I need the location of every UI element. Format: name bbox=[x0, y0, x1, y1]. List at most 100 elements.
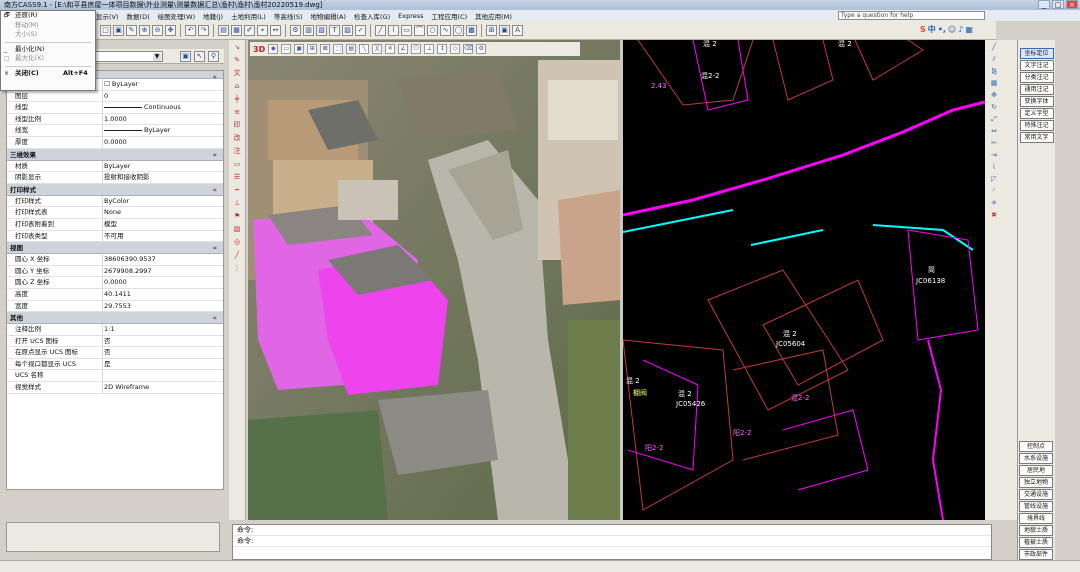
cad-label-left-bldg[interactable]: 混 2 bbox=[678, 389, 692, 398]
ruler-icon[interactable]: ╍ bbox=[232, 185, 243, 196]
property-section-header[interactable]: 其他 bbox=[7, 312, 223, 325]
annotation-button[interactable]: 常用文字 bbox=[1019, 132, 1054, 143]
property-value-cell[interactable]: None bbox=[104, 207, 121, 219]
delete-icon[interactable]: ✖ bbox=[989, 210, 999, 220]
cross-icon[interactable]: ✕ bbox=[385, 44, 396, 54]
help-search-input[interactable]: Type a question for help bbox=[838, 11, 985, 20]
system-menu-item[interactable]: 🗗 还原(R) bbox=[1, 11, 95, 21]
trim-icon[interactable]: ✂ bbox=[989, 138, 999, 148]
save-icon[interactable]: ▣ bbox=[113, 24, 124, 36]
cad-label-bottom-left[interactable]: 阳2-2 bbox=[645, 443, 663, 452]
property-value-cell[interactable]: ☐ ByLayer bbox=[104, 79, 138, 91]
undo-icon[interactable]: ↶ bbox=[185, 24, 196, 36]
snap-icon[interactable]: ⌖ bbox=[257, 24, 268, 36]
property-row[interactable]: 宽度 29.7553 bbox=[7, 300, 223, 313]
dim-icon[interactable]: ⊥ bbox=[232, 198, 243, 209]
menu-contour[interactable]: 等高线(S) bbox=[274, 11, 303, 21]
edit-tool-icon[interactable]: 改 bbox=[232, 133, 243, 144]
annotation-button[interactable]: 分类注记 bbox=[1019, 72, 1054, 83]
property-value-cell[interactable]: 否 bbox=[104, 347, 111, 359]
feature-category-button[interactable]: 控制点 bbox=[1019, 441, 1053, 452]
property-row[interactable]: 圆心 X 坐标 38606390.9537 bbox=[7, 254, 223, 266]
line-icon[interactable]: ╱ bbox=[375, 24, 386, 36]
pan-icon[interactable]: ✥ bbox=[165, 24, 176, 36]
layer-icon[interactable]: ▤ bbox=[218, 24, 229, 36]
annotation-button[interactable]: 定义字型 bbox=[1019, 108, 1054, 119]
menu-draw[interactable]: 绘图处理(W) bbox=[158, 11, 196, 21]
menu-view[interactable]: 显示(V) bbox=[96, 11, 119, 21]
property-value-cell[interactable]: 不可用 bbox=[104, 231, 124, 243]
box-icon[interactable]: ▤ bbox=[346, 44, 357, 54]
menu-engineering[interactable]: 工程应用(C) bbox=[432, 11, 468, 21]
note-icon[interactable]: 注 bbox=[232, 146, 243, 157]
pointer-icon[interactable]: ↘ bbox=[232, 42, 243, 53]
cad-label-top-right[interactable]: 混 2 bbox=[838, 40, 852, 48]
stretch-icon[interactable]: ⇔ bbox=[989, 126, 999, 136]
cad-label-left-code[interactable]: JC05426 bbox=[675, 400, 706, 408]
zoom-out-icon[interactable]: ⊖ bbox=[152, 24, 163, 36]
feature-category-button[interactable]: 独立地物 bbox=[1019, 477, 1053, 488]
text-tool-icon[interactable]: 文 bbox=[232, 68, 243, 79]
feature-category-button[interactable]: 水系设施 bbox=[1019, 453, 1053, 464]
cad-label-right-bldg[interactable]: 简 bbox=[928, 265, 935, 274]
property-value-cell[interactable]: 0.0000 bbox=[104, 277, 127, 289]
property-value-cell[interactable]: ByColor bbox=[104, 196, 129, 208]
annotation-button[interactable]: 坐标定位 bbox=[1019, 48, 1054, 59]
insert-icon[interactable]: ⊞ bbox=[486, 24, 497, 36]
property-value-cell[interactable]: Continuous bbox=[104, 102, 181, 114]
measure-photo-icon[interactable]: ⟂ bbox=[424, 44, 435, 54]
property-row[interactable]: UCS 名称 bbox=[7, 370, 223, 383]
settings-icon[interactable]: ⚙ bbox=[476, 44, 487, 54]
feature-category-button[interactable]: 植被土质 bbox=[1019, 537, 1053, 548]
feature-category-button[interactable]: 地貌土质 bbox=[1019, 525, 1053, 536]
cad-label-left-edge[interactable]: 混 2 bbox=[626, 376, 640, 385]
angle-icon[interactable]: ∠ bbox=[398, 44, 409, 54]
line-draw-icon[interactable]: ╲ bbox=[359, 44, 370, 54]
menu-feature-edit[interactable]: 地物编辑(A) bbox=[311, 11, 347, 21]
ime-chinese-icon[interactable]: 中 bbox=[928, 24, 936, 35]
toggle-pickadd-icon[interactable]: ▣ bbox=[180, 51, 191, 62]
property-value-cell[interactable]: 0.0000 bbox=[104, 137, 127, 149]
match-icon[interactable]: ✓ bbox=[355, 24, 366, 36]
annotation-button[interactable]: 通用注记 bbox=[1019, 84, 1054, 95]
feature-category-button[interactable]: 市政部件 bbox=[1019, 549, 1053, 560]
cad-label-top-left[interactable]: 混 2 bbox=[703, 40, 717, 48]
annotation-button[interactable]: 变换字体 bbox=[1019, 96, 1054, 107]
grid-view-icon[interactable]: ⊞ bbox=[307, 44, 318, 54]
select-region-icon[interactable]: ⬚ bbox=[333, 44, 344, 54]
property-row[interactable]: 图层 0 bbox=[7, 90, 223, 103]
menu-express[interactable]: Express bbox=[398, 12, 423, 20]
circle-icon[interactable]: ○ bbox=[427, 24, 438, 36]
property-value-cell[interactable]: 2D Wireframe bbox=[104, 382, 149, 394]
oblique-photo-view[interactable] bbox=[248, 40, 620, 520]
expand-icon[interactable]: ⊠ bbox=[320, 44, 331, 54]
diag-icon[interactable]: ╳ bbox=[372, 44, 383, 54]
select-objects-icon[interactable]: ↖ bbox=[194, 51, 205, 62]
new-icon[interactable]: □ bbox=[100, 24, 111, 36]
hatch-icon[interactable]: ▩ bbox=[466, 24, 477, 36]
pencil-icon[interactable]: ✎ bbox=[126, 24, 137, 36]
property-value-cell[interactable]: 否 bbox=[104, 336, 111, 348]
menu-other[interactable]: 其他应用(M) bbox=[475, 11, 512, 21]
property-row[interactable]: 注释比例 1:1 bbox=[7, 324, 223, 336]
explode-icon[interactable]: ✳ bbox=[989, 198, 999, 208]
rotate-icon[interactable]: ↻ bbox=[989, 102, 999, 112]
property-value-cell[interactable]: ByLayer bbox=[104, 161, 130, 173]
property-row[interactable]: 高度 40.1411 bbox=[7, 288, 223, 301]
cad-label-top-mid[interactable]: 混2-2 bbox=[701, 71, 719, 80]
camera-icon[interactable]: ◉ bbox=[268, 44, 279, 54]
property-row[interactable]: 线宽 ByLayer bbox=[7, 125, 223, 137]
property-value-cell[interactable]: 2679908.2997 bbox=[104, 266, 152, 278]
break-icon[interactable]: ⌇ bbox=[989, 162, 999, 172]
spline-icon[interactable]: ∿ bbox=[440, 24, 451, 36]
arc-icon[interactable]: ⌒ bbox=[414, 24, 425, 36]
scale-icon[interactable]: ⤢ bbox=[989, 114, 999, 124]
chart-icon[interactable]: ▧ bbox=[316, 24, 327, 36]
layers-tool-icon[interactable]: ≡ bbox=[232, 107, 243, 118]
property-row[interactable]: 厚度 0.0000 bbox=[7, 136, 223, 149]
menu-check[interactable]: 检查入库(G) bbox=[354, 11, 390, 21]
property-row[interactable]: 材质 ByLayer bbox=[7, 160, 223, 173]
tool-icon[interactable]: ⚙ bbox=[290, 24, 301, 36]
chamfer-icon[interactable]: ◸ bbox=[989, 174, 999, 184]
fillet-icon[interactable]: ◜ bbox=[989, 186, 999, 196]
